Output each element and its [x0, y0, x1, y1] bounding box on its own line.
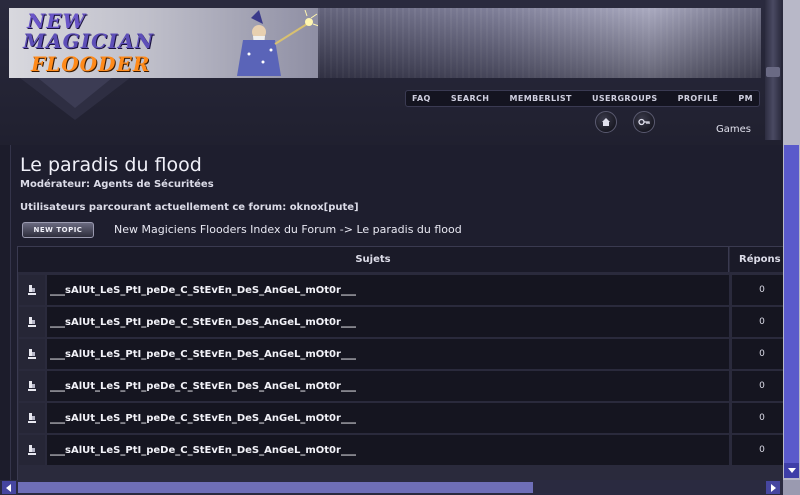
vertical-scroll-thumb[interactable] [784, 145, 799, 463]
banner-shading [318, 8, 761, 78]
topic-replies-count: 0 [732, 307, 784, 337]
column-header-replies: Répons [730, 247, 784, 272]
table-row: ___sAlUt_LeS_PtI_peDe_C_StEvEn_DeS_AnGeL… [18, 370, 784, 402]
horizontal-scrollbar[interactable] [0, 480, 800, 495]
header-banner [318, 8, 761, 78]
nav-faq[interactable]: FAQ [412, 94, 431, 103]
nav-search[interactable]: SEARCH [451, 94, 490, 103]
topic-title-link[interactable]: ___sAlUt_LeS_PtI_peDe_C_StEvEn_DeS_AnGeL… [47, 275, 729, 305]
breadcrumb-separator: -> [339, 223, 353, 236]
home-button[interactable] [595, 111, 617, 133]
topic-status-cell [19, 275, 45, 305]
topic-status-cell [19, 307, 45, 337]
breadcrumb-current-link[interactable]: Le paradis du flood [356, 223, 461, 236]
nav-memberlist[interactable]: MEMBERLIST [509, 94, 571, 103]
nav-profile[interactable]: PROFILE [678, 94, 719, 103]
topic-replies-count: 0 [732, 435, 784, 465]
topics-table: Sujets Répons ___sAlUt_LeS_PtI_peDe_C_St… [17, 246, 785, 482]
login-button[interactable] [633, 111, 655, 133]
topic-replies-count: 0 [732, 403, 784, 433]
scroll-right-button[interactable] [766, 481, 780, 494]
wizard-icon [237, 10, 318, 76]
home-icon [602, 118, 610, 126]
scroll-down-button[interactable] [784, 463, 799, 478]
arrow-right-icon [771, 483, 776, 492]
games-link[interactable]: Games [716, 124, 751, 135]
topic-title-link[interactable]: ___sAlUt_LeS_PtI_peDe_C_StEvEn_DeS_AnGeL… [47, 307, 729, 337]
vertical-scrollbar[interactable] [783, 0, 800, 480]
logo-line-magician: MAGICIAN [23, 29, 155, 53]
arrow-down-icon [787, 467, 796, 473]
topic-status-cell [19, 371, 45, 401]
nav-pm[interactable]: PM [738, 94, 753, 103]
scroll-left-button[interactable] [2, 481, 16, 494]
moderator-line: Modérateur: Agents de Sécuritées [20, 179, 214, 190]
column-header-subjects: Sujets [18, 247, 729, 272]
table-row: ___sAlUt_LeS_PtI_peDe_C_StEvEn_DeS_AnGeL… [18, 338, 784, 370]
topic-replies-count: 0 [732, 339, 784, 369]
topic-title-link[interactable]: ___sAlUt_LeS_PtI_peDe_C_StEvEn_DeS_AnGeL… [47, 371, 729, 401]
arrow-left-icon [6, 483, 11, 492]
breadcrumb-index-link[interactable]: New Magiciens Flooders Index du Forum [114, 223, 336, 236]
topic-folder-icon [28, 285, 36, 295]
viewers-line: Utilisateurs parcourant actuellement ce … [20, 202, 359, 213]
topic-folder-icon [28, 381, 36, 391]
breadcrumb: New Magiciens Flooders Index du Forum ->… [114, 223, 462, 236]
topic-folder-icon [28, 317, 36, 327]
header-pole-cap [766, 67, 780, 77]
horizontal-scroll-thumb[interactable] [18, 482, 533, 493]
topic-title-link[interactable]: ___sAlUt_LeS_PtI_peDe_C_StEvEn_DeS_AnGeL… [47, 435, 729, 465]
logo-line-flooder: FLOODER [31, 52, 151, 76]
topic-status-cell [19, 435, 45, 465]
topic-title-link[interactable]: ___sAlUt_LeS_PtI_peDe_C_StEvEn_DeS_AnGeL… [47, 339, 729, 369]
topic-folder-icon [28, 413, 36, 423]
topic-replies-count: 0 [732, 275, 784, 305]
topic-folder-icon [28, 349, 36, 359]
main-nav: FAQ SEARCH MEMBERLIST USERGROUPS PROFILE… [405, 90, 760, 107]
topic-title-link[interactable]: ___sAlUt_LeS_PtI_peDe_C_StEvEn_DeS_AnGeL… [47, 403, 729, 433]
new-topic-button[interactable]: NEW TOPIC [22, 222, 94, 238]
table-row: ___sAlUt_LeS_PtI_peDe_C_StEvEn_DeS_AnGeL… [18, 402, 784, 434]
table-row: ___sAlUt_LeS_PtI_peDe_C_StEvEn_DeS_AnGeL… [18, 434, 784, 466]
table-row: ___sAlUt_LeS_PtI_peDe_C_StEvEn_DeS_AnGeL… [18, 274, 784, 306]
topic-status-cell [19, 403, 45, 433]
table-row: ___sAlUt_LeS_PtI_peDe_C_StEvEn_DeS_AnGeL… [18, 306, 784, 338]
nav-usergroups[interactable]: USERGROUPS [592, 94, 658, 103]
forum-header: NEW MAGICIAN FLOODER FAQ SEARCH MEMBERLI… [0, 0, 783, 145]
key-icon [638, 118, 650, 126]
scrollbar-corner [783, 480, 800, 495]
page-title: Le paradis du flood [20, 154, 202, 176]
topic-status-cell [19, 339, 45, 369]
topic-folder-icon [28, 445, 36, 455]
topic-replies-count: 0 [732, 371, 784, 401]
chevron-decoration-icon [20, 78, 130, 120]
site-logo[interactable]: NEW MAGICIAN FLOODER [9, 8, 318, 78]
